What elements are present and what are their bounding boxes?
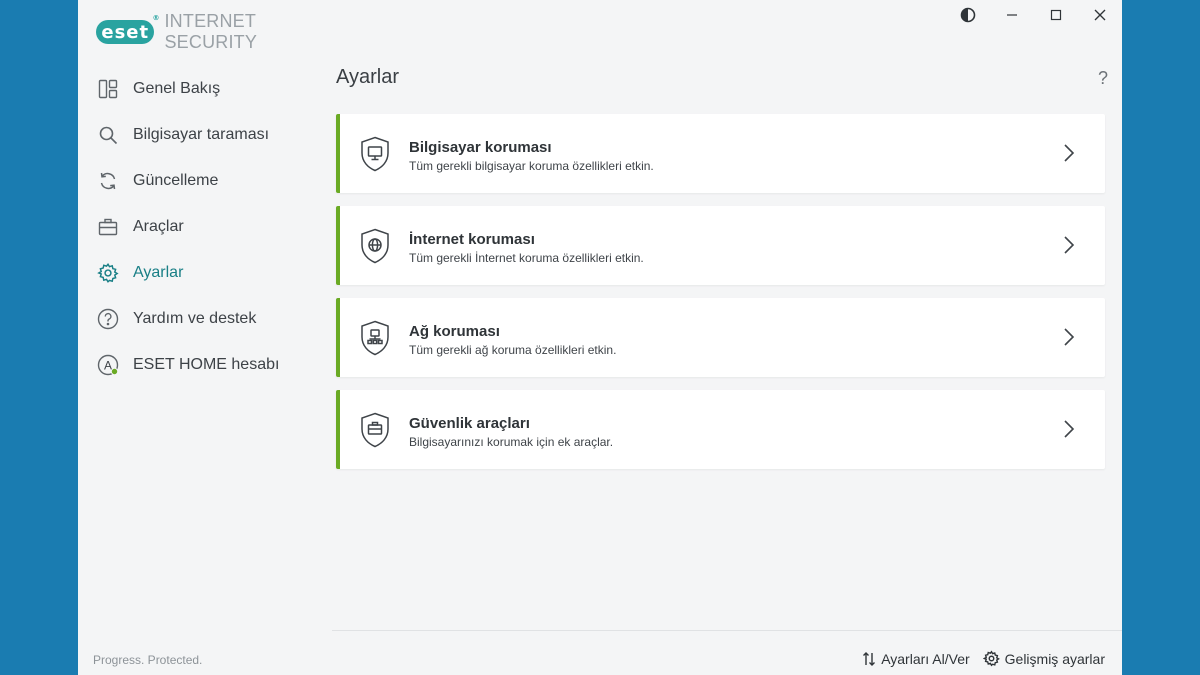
- close-button[interactable]: [1078, 0, 1122, 30]
- card-description: Tüm gerekli bilgisayar koruma özellikler…: [409, 159, 654, 173]
- sidebar-item-label: Bilgisayar taraması: [133, 126, 270, 143]
- import-export-label: Ayarları Al/Ver: [881, 650, 970, 667]
- minimize-button[interactable]: [990, 0, 1034, 30]
- page-title: Ayarlar: [336, 66, 399, 88]
- sidebar-item-overview[interactable]: Genel Bakış: [96, 66, 326, 112]
- chevron-right-icon: [1064, 420, 1075, 438]
- brand-name: eset: [101, 21, 150, 43]
- help-circle-icon: [96, 307, 120, 331]
- registered-mark: ®: [152, 14, 161, 22]
- maximize-button[interactable]: [1034, 0, 1078, 30]
- card-security-tools[interactable]: Güvenlik araçları Bilgisayarınızı koruma…: [336, 390, 1105, 469]
- sidebar-item-label: Yardım ve destek: [133, 310, 257, 327]
- shield-monitor-icon: [361, 136, 389, 172]
- toolbox-icon: [96, 215, 120, 239]
- shield-briefcase-icon: [361, 412, 389, 448]
- refresh-icon: [96, 169, 120, 193]
- sidebar-nav: Genel Bakış Bilgisayar taraması Güncelle…: [96, 66, 326, 388]
- card-title: İnternet koruması: [409, 231, 535, 248]
- advanced-settings-link[interactable]: Gelişmiş ayarlar: [982, 650, 1105, 667]
- shield-globe-icon: [361, 228, 389, 264]
- sidebar-item-label: Genel Bakış: [133, 80, 221, 97]
- sidebar-item-help[interactable]: Yardım ve destek: [96, 296, 326, 342]
- shield-network-icon: [361, 320, 389, 356]
- contrast-icon: [960, 7, 976, 23]
- sidebar-item-label: Güncelleme: [133, 172, 219, 189]
- card-description: Bilgisayarınızı korumak için ek araçlar.: [409, 435, 614, 449]
- sidebar-item-label: Ayarlar: [133, 264, 184, 281]
- card-title: Bilgisayar koruması: [409, 139, 552, 156]
- sidebar-item-tools[interactable]: Araçlar: [96, 204, 326, 250]
- chevron-right-icon: [1064, 328, 1075, 346]
- maximize-icon: [1050, 9, 1062, 21]
- main-content: Ayarlar ? Bilgisayar koruması Tüm gerekl…: [332, 0, 1122, 675]
- footer-divider: [332, 630, 1122, 631]
- sidebar-item-settings[interactable]: Ayarlar: [96, 250, 326, 296]
- gear-icon: [96, 261, 120, 285]
- import-export-icon: [863, 651, 876, 666]
- settings-cards: Bilgisayar koruması Tüm gerekli bilgisay…: [336, 114, 1105, 482]
- brand-badge: eset ®: [96, 14, 159, 44]
- help-button[interactable]: ?: [1098, 68, 1108, 89]
- card-internet-protection[interactable]: İnternet koruması Tüm gerekli İnternet k…: [336, 206, 1105, 285]
- search-icon: [96, 123, 120, 147]
- sidebar: eset ® INTERNET SECURITY Genel Bakış Bil…: [78, 0, 332, 675]
- sidebar-item-label: ESET HOME hesabı: [133, 356, 280, 373]
- card-title: Güvenlik araçları: [409, 415, 530, 432]
- window-controls: [946, 0, 1122, 30]
- eset-logo: eset ® INTERNET SECURITY: [96, 11, 332, 53]
- theme-toggle-button[interactable]: [946, 0, 990, 30]
- import-export-settings-link[interactable]: Ayarları Al/Ver: [862, 650, 970, 667]
- chevron-right-icon: [1064, 236, 1075, 254]
- sidebar-item-update[interactable]: Güncelleme: [96, 158, 326, 204]
- svg-text:A: A: [104, 359, 112, 373]
- sidebar-item-label: Araçlar: [133, 218, 184, 235]
- card-computer-protection[interactable]: Bilgisayar koruması Tüm gerekli bilgisay…: [336, 114, 1105, 193]
- account-icon: A: [96, 353, 120, 377]
- app-window: eset ® INTERNET SECURITY Genel Bakış Bil…: [78, 0, 1122, 675]
- gear-icon: [982, 650, 1000, 667]
- sidebar-item-eset-home[interactable]: A ESET HOME hesabı: [96, 342, 326, 388]
- close-icon: [1094, 9, 1106, 21]
- product-name: INTERNET SECURITY: [164, 11, 258, 52]
- card-description: Tüm gerekli ağ koruma özellikleri etkin.: [409, 343, 617, 357]
- tagline: Progress. Protected.: [93, 653, 203, 667]
- card-title: Ağ koruması: [409, 323, 500, 340]
- footer-actions: Ayarları Al/Ver Gelişmiş ayarlar: [862, 650, 1105, 667]
- dashboard-icon: [96, 77, 120, 101]
- minimize-icon: [1007, 14, 1017, 16]
- sidebar-item-computer-scan[interactable]: Bilgisayar taraması: [96, 112, 326, 158]
- chevron-right-icon: [1064, 144, 1075, 162]
- card-description: Tüm gerekli İnternet koruma özellikleri …: [409, 251, 644, 265]
- advanced-settings-label: Gelişmiş ayarlar: [1004, 650, 1105, 667]
- card-network-protection[interactable]: Ağ koruması Tüm gerekli ağ koruma özelli…: [336, 298, 1105, 377]
